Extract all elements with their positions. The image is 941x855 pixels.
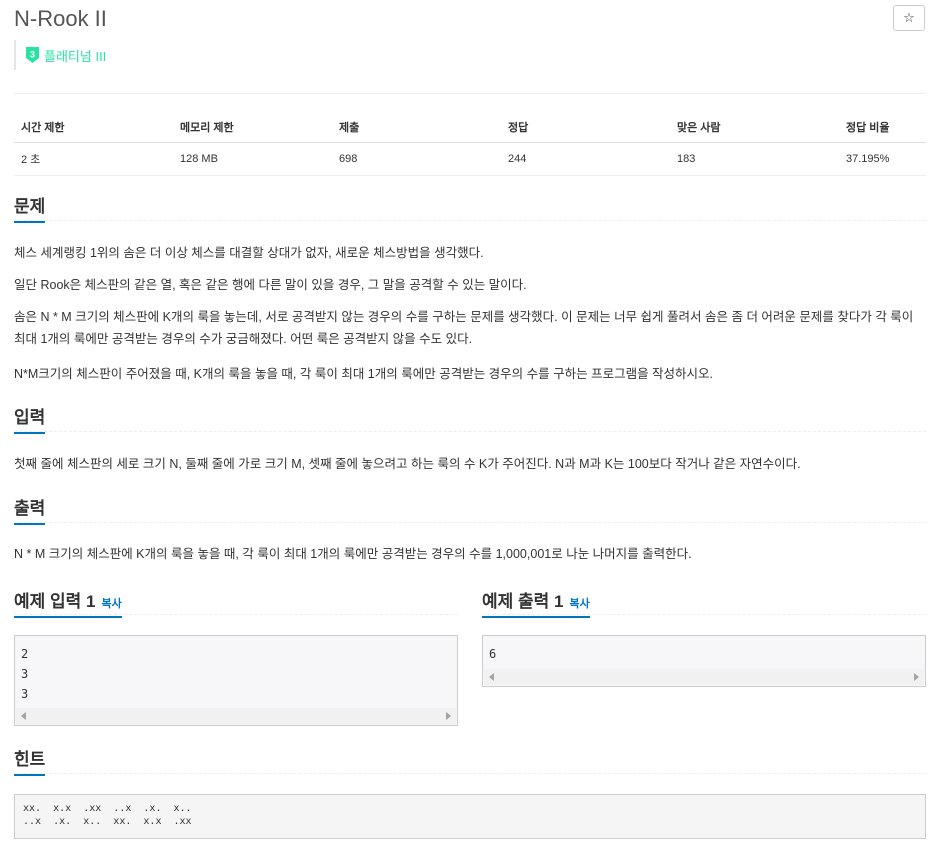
section-title-input: 입력	[14, 403, 46, 434]
copy-output-button[interactable]: 복사	[569, 598, 589, 610]
sample-input-line: 2	[21, 647, 29, 661]
problem-paragraph-4: N*M크기의 체스판이 주어졌을 때, K개의 룩을 놓을 때, 각 룩이 최대…	[14, 367, 714, 381]
tier-badge-icon: 3	[26, 47, 39, 63]
sample-input-box[interactable]: 2 3 3	[14, 635, 458, 726]
sample-output-box[interactable]: 6	[482, 635, 926, 687]
sample-input-line: 3	[21, 687, 29, 701]
sample-output-line: 6	[489, 647, 497, 661]
section-title-problem-text: 문제	[14, 197, 46, 216]
section-divider	[482, 614, 926, 615]
problem-info-table: 시간 제한 메모리 제한 제출 정답 맞은 사람 정답 비율 2 초 128 M…	[14, 114, 926, 176]
scroll-right-arrow-icon[interactable]	[914, 673, 919, 681]
scroll-right-arrow-icon[interactable]	[446, 712, 451, 720]
section-divider	[14, 614, 458, 615]
sample-input-title: 예제 입력 1 복사	[14, 587, 122, 618]
header-time-limit: 시간 제한	[14, 114, 173, 143]
table-row: 2 초 128 MB 698 244 183 37.195%	[14, 142, 926, 176]
problem-paragraph-3: 솜은 N * M 크기의 체스판에 K개의 룩을 놓는데, 서로 공격받지 않는…	[14, 310, 914, 346]
hint-content: xx. x.x .xx ..x .x. x.. ..x .x. x.. xx. …	[14, 794, 926, 839]
tier-info: 3 플래티넘 III	[14, 40, 106, 70]
section-title-input-text: 입력	[14, 408, 46, 427]
star-button[interactable]: ☆	[893, 5, 925, 31]
section-title-problem: 문제	[14, 192, 46, 223]
table-header-row: 시간 제한 메모리 제한 제출 정답 맞은 사람 정답 비율	[14, 114, 926, 143]
header-accepted: 정답	[501, 114, 670, 143]
page-title: N-Rook II	[14, 6, 107, 31]
section-title-hint-text: 힌트	[14, 750, 46, 769]
accepted-value[interactable]: 244	[501, 142, 670, 176]
copy-input-button[interactable]: 복사	[101, 598, 121, 610]
memory-limit-value: 128 MB	[173, 142, 332, 176]
header-submissions: 제출	[332, 114, 501, 143]
scroll-left-arrow-icon[interactable]	[21, 712, 26, 720]
section-title-hint: 힌트	[14, 745, 46, 776]
sample-input-title-text: 예제 입력 1	[14, 592, 96, 611]
sample-output-title-text: 예제 출력 1	[482, 592, 564, 611]
section-divider	[14, 522, 926, 523]
scroll-left-arrow-icon[interactable]	[489, 673, 494, 681]
section-title-output: 출력	[14, 494, 46, 525]
solved-users-value[interactable]: 183	[670, 142, 839, 176]
section-divider	[14, 220, 926, 221]
sample-output-title: 예제 출력 1 복사	[482, 587, 590, 618]
time-limit-value: 2 초	[14, 142, 173, 176]
output-description: N * M 크기의 체스판에 K개의 룩을 놓을 때, 각 룩이 최대 1개의 …	[14, 547, 692, 561]
sample-input-content: 2 3 3	[15, 636, 457, 704]
problem-paragraph-1: 체스 세계랭킹 1위의 솜은 더 이상 체스를 대결할 상대가 없자, 새로운 …	[14, 246, 484, 260]
submissions-value[interactable]: 698	[332, 142, 501, 176]
section-divider	[14, 773, 926, 774]
problem-paragraph-2: 일단 Rook은 체스판의 같은 열, 혹은 같은 행에 다른 말이 있을 경우…	[14, 278, 527, 292]
input-description: 첫째 줄에 체스판의 세로 크기 N, 둘째 줄에 가로 크기 M, 셋째 줄에…	[14, 457, 801, 471]
tier-label[interactable]: 플래티넘 III	[44, 46, 106, 65]
divider	[14, 93, 926, 94]
sample-output-content: 6	[483, 636, 925, 664]
section-divider	[14, 431, 926, 432]
header-accept-ratio: 정답 비율	[839, 114, 926, 143]
star-icon: ☆	[903, 10, 915, 25]
horizontal-scrollbar[interactable]	[484, 669, 924, 685]
accept-ratio-value: 37.195%	[839, 142, 926, 176]
section-title-output-text: 출력	[14, 499, 46, 518]
sample-input-line: 3	[21, 667, 29, 681]
header-memory-limit: 메모리 제한	[173, 114, 332, 143]
horizontal-scrollbar[interactable]	[16, 708, 456, 724]
svg-text:3: 3	[30, 50, 35, 60]
header-solved-users: 맞은 사람	[670, 114, 839, 143]
